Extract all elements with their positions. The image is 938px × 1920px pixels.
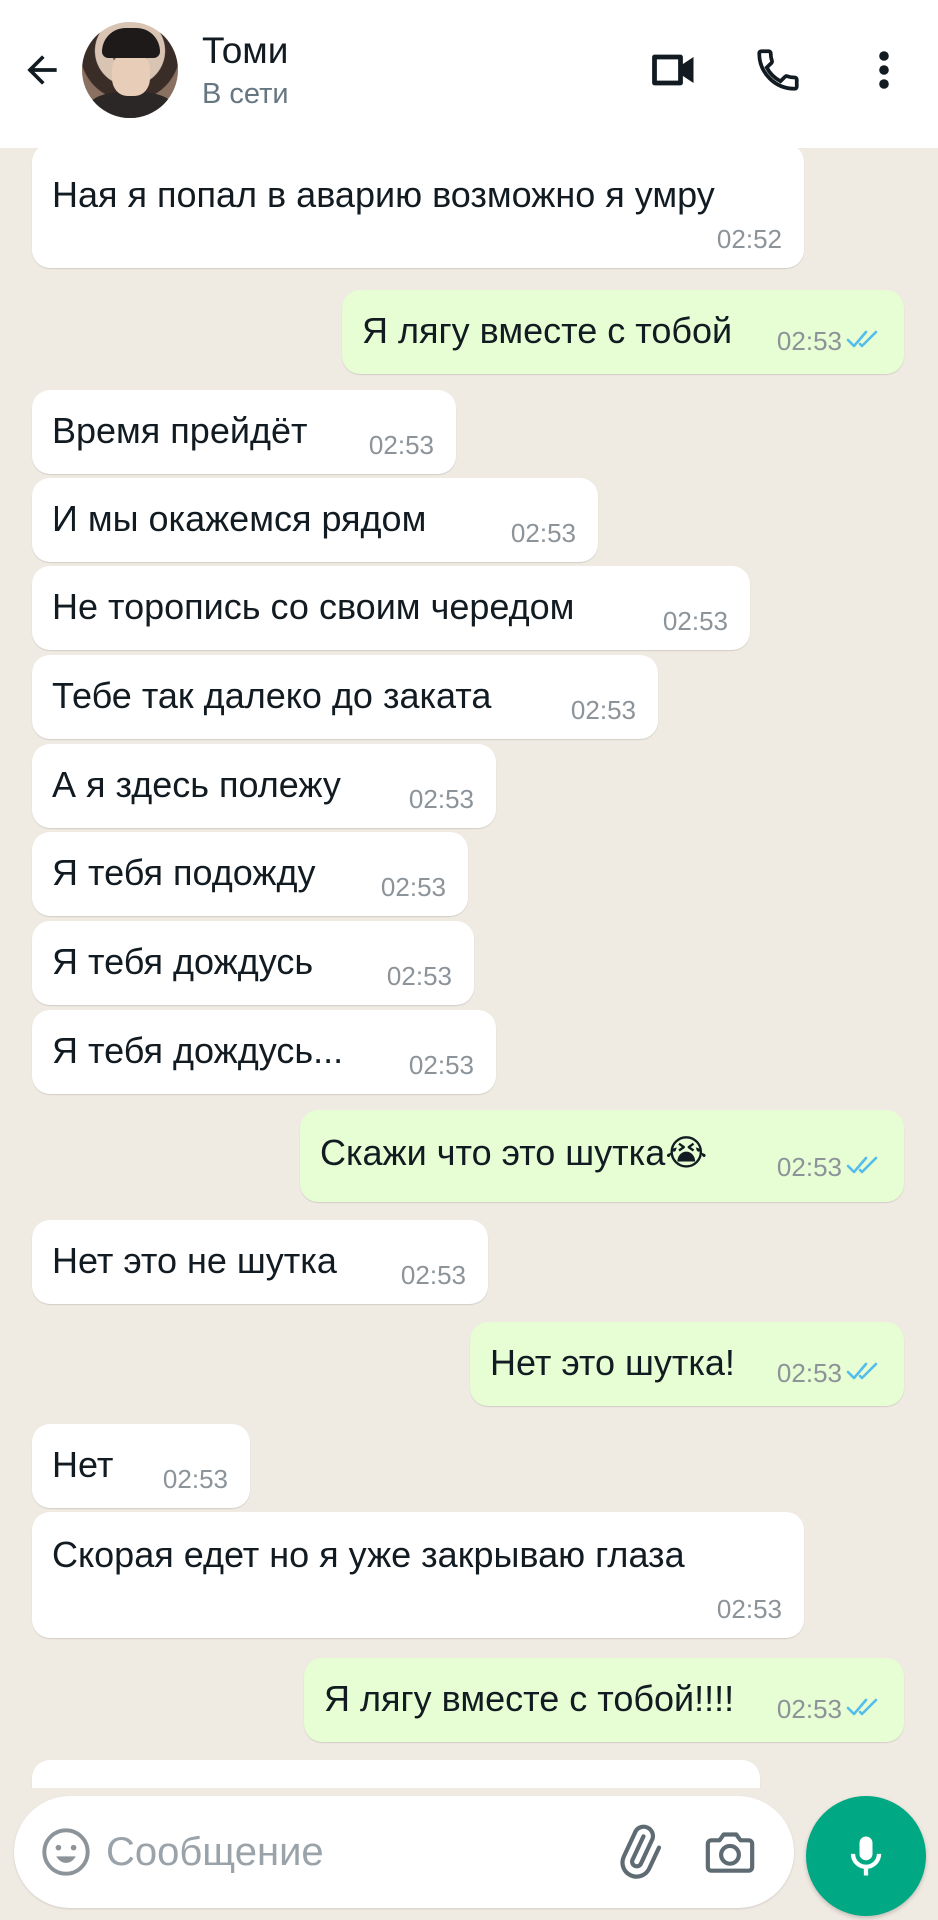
message-time: 02:53 [400, 1260, 466, 1290]
attach-icon[interactable] [610, 1824, 666, 1880]
message-text: А я здесь полежу [52, 764, 341, 805]
message-text: Нет это не шутка [52, 1240, 337, 1281]
message-text: Ная я попал в аварию возможно я умру [52, 174, 715, 215]
message-text: Тебе так далеко до заката [52, 675, 492, 716]
voice-message-button[interactable] [806, 1796, 926, 1916]
message-text: Я тебя дождусь [52, 941, 314, 982]
contact-name[interactable]: Томи [202, 30, 288, 72]
back-arrow-icon [27, 55, 57, 85]
message-text: Я лягу вместе с тобой [362, 310, 733, 351]
chat-header: Томи В сети [0, 0, 938, 148]
more-options-button[interactable] [854, 40, 914, 100]
message-time: 02:53 [380, 872, 446, 902]
message-text: Скажи что это шутка😭 [320, 1132, 708, 1173]
phone-icon [757, 49, 799, 91]
read-ticks-icon [846, 330, 878, 348]
message-incoming[interactable]: Я тебя подожду 02:53 [32, 832, 468, 916]
video-call-icon [652, 54, 694, 86]
message-text: Время прейдёт [52, 410, 308, 451]
message-time: 02:53 [386, 961, 452, 991]
message-time: 02:53 [776, 1152, 842, 1182]
message-text: Я тебя дождусь... [52, 1030, 344, 1071]
message-text: Я лягу вместе с тобой!!!! [324, 1678, 735, 1719]
message-text: И мы окажемся рядом [52, 498, 427, 539]
message-text: Я тебя подожду [52, 852, 316, 893]
message-text: Скорая едет но я уже закрываю глаза [52, 1534, 685, 1575]
message-time: 02:53 [776, 1358, 842, 1388]
mic-icon [850, 1836, 882, 1876]
message-time: 02:53 [408, 1050, 474, 1080]
message-incoming[interactable]: Я тебя дождусь... 02:53 [32, 1010, 496, 1094]
message-incoming[interactable]: Нет 02:53 [32, 1424, 250, 1508]
message-incoming[interactable]: Ная я попал в аварию возможно я умру 02:… [32, 148, 804, 268]
message-time: 02:53 [776, 1694, 842, 1724]
more-vert-icon [879, 51, 889, 89]
message-text: Нет [52, 1444, 114, 1485]
message-outgoing[interactable]: Я лягу вместе с тобой!!!! 02:53 [304, 1658, 904, 1742]
message-time: 02:53 [570, 695, 636, 725]
message-time: 02:53 [408, 784, 474, 814]
contact-avatar[interactable] [82, 22, 178, 118]
message-time: 02:53 [716, 1594, 782, 1624]
message-incoming[interactable]: Скорая едет но я уже закрываю глаза 02:5… [32, 1512, 804, 1638]
read-ticks-icon [846, 1362, 878, 1380]
message-incoming[interactable]: И мы окажемся рядом 02:53 [32, 478, 598, 562]
message-outgoing[interactable]: Я лягу вместе с тобой 02:53 [342, 290, 904, 374]
message-time: 02:53 [162, 1464, 228, 1494]
message-time: 02:53 [510, 518, 576, 548]
read-ticks-icon [846, 1698, 878, 1716]
message-outgoing[interactable]: Скажи что это шутка😭 02:53 [300, 1110, 904, 1202]
chat-area[interactable]: Ная я попал в аварию возможно я умру 02:… [0, 148, 938, 1788]
message-input[interactable] [106, 1822, 606, 1882]
message-outgoing[interactable]: Нет это шутка! 02:53 [470, 1322, 904, 1406]
message-text: Не торопись со своим чередом [52, 586, 575, 627]
contact-status: В сети [202, 78, 289, 110]
message-incoming-partial[interactable] [32, 1760, 760, 1788]
back-button[interactable] [18, 46, 66, 94]
message-incoming[interactable]: Время прейдёт 02:53 [32, 390, 456, 474]
message-time: 02:53 [368, 430, 434, 460]
message-incoming[interactable]: Тебе так далеко до заката 02:53 [32, 655, 658, 739]
message-incoming[interactable]: А я здесь полежу 02:53 [32, 744, 496, 828]
message-incoming[interactable]: Не торопись со своим чередом 02:53 [32, 566, 750, 650]
message-incoming[interactable]: Я тебя дождусь 02:53 [32, 921, 474, 1005]
camera-icon[interactable] [702, 1824, 758, 1880]
message-incoming[interactable]: Нет это не шутка 02:53 [32, 1220, 488, 1304]
message-time: 02:53 [776, 326, 842, 356]
emoji-icon[interactable] [40, 1826, 92, 1878]
message-time: 02:52 [716, 224, 782, 254]
read-ticks-icon [846, 1156, 878, 1174]
message-text: Нет это шутка! [490, 1342, 735, 1383]
voice-call-button[interactable] [748, 40, 808, 100]
message-time: 02:53 [662, 606, 728, 636]
video-call-button[interactable] [644, 40, 704, 100]
message-composer [14, 1796, 794, 1908]
